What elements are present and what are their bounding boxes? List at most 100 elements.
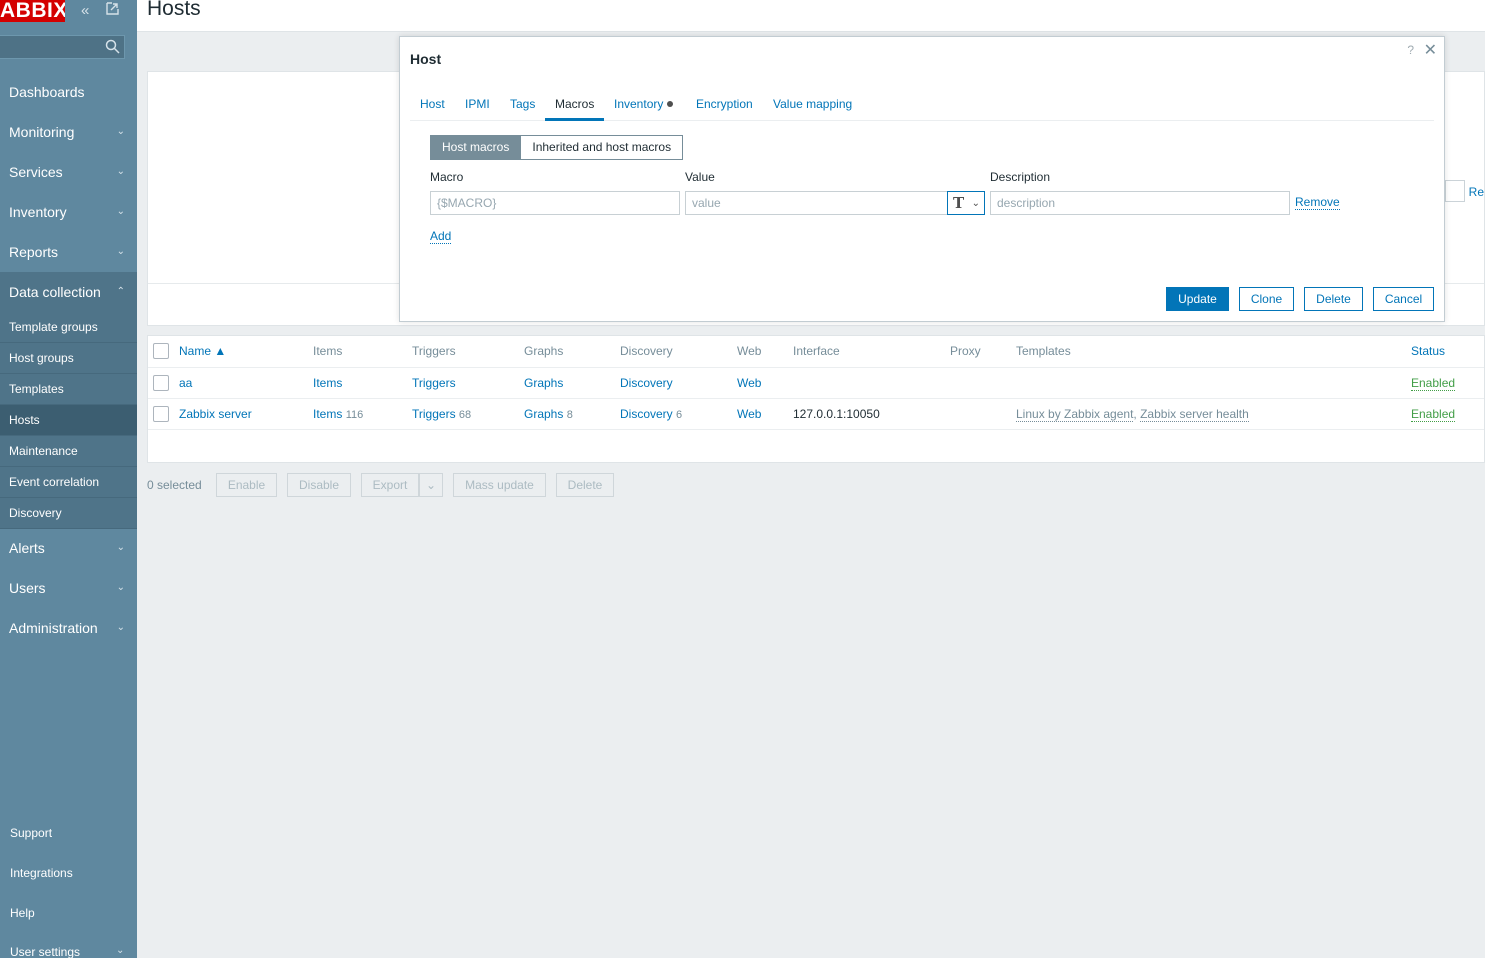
mass-update-button[interactable]: Mass update bbox=[453, 473, 546, 497]
disable-button[interactable]: Disable bbox=[287, 473, 351, 497]
menu-inventory[interactable]: Inventory ⌄ bbox=[0, 192, 137, 232]
hosts-table: Name ▲ Items Triggers Graphs Discovery W… bbox=[147, 335, 1485, 463]
host-name-link[interactable]: aa bbox=[179, 376, 192, 390]
status-toggle[interactable]: Enabled bbox=[1411, 407, 1456, 422]
tab-ipmi[interactable]: IPMI bbox=[465, 97, 490, 121]
submenu-maintenance[interactable]: Maintenance bbox=[0, 436, 137, 467]
inherited-macros-toggle[interactable]: Inherited and host macros bbox=[521, 135, 684, 160]
menu-users[interactable]: Users ⌄ bbox=[0, 568, 137, 608]
select-all-checkbox[interactable] bbox=[153, 343, 169, 359]
menu-label: Alerts bbox=[9, 540, 45, 556]
value-column-label: Value bbox=[685, 170, 715, 184]
web-link[interactable]: Web bbox=[737, 407, 761, 421]
template-link[interactable]: Linux by Zabbix agent bbox=[1016, 407, 1134, 422]
remove-macro-link[interactable]: Remove bbox=[1295, 195, 1340, 210]
collapse-sidebar-icon[interactable]: « bbox=[81, 2, 89, 19]
menu-user-settings[interactable]: User settings ⌄ bbox=[10, 945, 124, 958]
discovery-link[interactable]: Discovery bbox=[620, 376, 673, 390]
export-button[interactable]: Export bbox=[361, 473, 419, 497]
tab-value-mapping[interactable]: Value mapping bbox=[773, 97, 852, 121]
chevron-down-icon: ⌄ bbox=[116, 246, 125, 257]
tab-host[interactable]: Host bbox=[420, 97, 445, 121]
items-link[interactable]: Items bbox=[313, 376, 342, 390]
triggers-cell: Triggers 68 bbox=[412, 407, 471, 421]
items-cell: Items 116 bbox=[313, 407, 363, 421]
value-input[interactable]: value bbox=[685, 191, 948, 215]
templates-cell: Linux by Zabbix agent, Zabbix server hea… bbox=[1016, 407, 1249, 422]
menu-alerts[interactable]: Alerts ⌄ bbox=[0, 528, 137, 568]
macro-input[interactable]: {$MACRO} bbox=[430, 191, 680, 215]
help-icon[interactable]: ? bbox=[1407, 43, 1414, 57]
zabbix-logo[interactable]: ABBIX bbox=[0, 0, 65, 22]
menu-monitoring[interactable]: Monitoring ⌄ bbox=[0, 112, 137, 152]
kiosk-mode-icon[interactable] bbox=[106, 2, 119, 19]
chevron-down-icon: ⌄ bbox=[116, 542, 125, 553]
menu-label: Reports bbox=[9, 244, 59, 260]
delete-host-button[interactable]: Delete bbox=[1304, 287, 1363, 311]
menu-data-collection[interactable]: Data collection ⌃ bbox=[0, 272, 137, 312]
menu-label: Users bbox=[9, 580, 46, 596]
column-header-interface: Interface bbox=[793, 344, 840, 358]
chevron-down-icon: ⌄ bbox=[116, 126, 125, 137]
text-type-icon: T bbox=[953, 194, 965, 212]
submenu-event-correlation[interactable]: Event correlation bbox=[0, 467, 137, 498]
graphs-link[interactable]: Graphs bbox=[524, 376, 563, 390]
filter-reset-link[interactable]: Re bbox=[1469, 185, 1484, 199]
chevron-down-icon: ⌄ bbox=[116, 206, 125, 217]
macro-column-label: Macro bbox=[430, 170, 464, 184]
menu-support[interactable]: Support bbox=[10, 826, 52, 840]
row-checkbox[interactable] bbox=[153, 375, 169, 391]
triggers-link[interactable]: Triggers bbox=[412, 376, 456, 390]
description-input[interactable]: description bbox=[990, 191, 1290, 215]
menu-dashboards[interactable]: Dashboards bbox=[0, 72, 137, 112]
web-link[interactable]: Web bbox=[737, 376, 761, 390]
cancel-button[interactable]: Cancel bbox=[1373, 287, 1434, 311]
close-icon[interactable]: ✕ bbox=[1424, 40, 1437, 60]
triggers-count: 68 bbox=[458, 409, 472, 421]
tab-inventory[interactable]: Inventory bbox=[614, 97, 674, 121]
tab-macros[interactable]: Macros bbox=[545, 97, 605, 121]
menu-services[interactable]: Services ⌄ bbox=[0, 152, 137, 192]
menu-help[interactable]: Help bbox=[10, 906, 35, 920]
value-type-dropdown[interactable]: T ⌄ bbox=[947, 191, 985, 215]
submenu-template-groups[interactable]: Template groups bbox=[0, 312, 137, 343]
submenu-hosts[interactable]: Hosts bbox=[0, 405, 137, 436]
submenu-discovery[interactable]: Discovery bbox=[0, 498, 137, 529]
add-macro-link[interactable]: Add bbox=[430, 229, 452, 244]
menu-administration[interactable]: Administration ⌄ bbox=[0, 608, 137, 648]
delete-button[interactable]: Delete bbox=[556, 473, 614, 497]
row-checkbox[interactable] bbox=[153, 406, 169, 422]
submenu-templates[interactable]: Templates bbox=[0, 374, 137, 405]
export-dropdown-button[interactable]: ⌄ bbox=[419, 473, 443, 497]
submenu-host-groups[interactable]: Host groups bbox=[0, 343, 137, 374]
tab-tags[interactable]: Tags bbox=[510, 97, 535, 121]
enable-button[interactable]: Enable bbox=[216, 473, 277, 497]
host-name-link[interactable]: Zabbix server bbox=[179, 407, 252, 421]
filter-input[interactable] bbox=[1445, 180, 1465, 202]
tab-encryption[interactable]: Encryption bbox=[696, 97, 753, 121]
sidebar-search-input[interactable] bbox=[0, 35, 125, 59]
column-header-name[interactable]: Name ▲ bbox=[179, 344, 226, 358]
status-toggle[interactable]: Enabled bbox=[1411, 376, 1456, 391]
menu-integrations[interactable]: Integrations bbox=[10, 866, 73, 880]
graphs-link[interactable]: Graphs bbox=[524, 407, 563, 421]
items-count: 116 bbox=[345, 409, 364, 421]
menu-label: Dashboards bbox=[9, 84, 85, 100]
row-divider bbox=[148, 367, 1484, 368]
discovery-count: 6 bbox=[676, 409, 683, 421]
menu-label: User settings bbox=[10, 945, 81, 958]
host-macros-toggle[interactable]: Host macros bbox=[430, 135, 522, 160]
column-header-proxy: Proxy bbox=[950, 344, 981, 358]
update-button[interactable]: Update bbox=[1166, 287, 1229, 311]
template-link[interactable]: Zabbix server health bbox=[1140, 407, 1249, 422]
macros-view-toggle: Host macros Inherited and host macros bbox=[430, 135, 684, 160]
search-icon[interactable] bbox=[105, 39, 120, 54]
discovery-link[interactable]: Discovery bbox=[620, 407, 673, 421]
column-header-discovery: Discovery bbox=[620, 344, 673, 358]
column-header-status[interactable]: Status bbox=[1411, 344, 1445, 358]
row-divider bbox=[148, 429, 1484, 430]
items-link[interactable]: Items bbox=[313, 407, 342, 421]
menu-reports[interactable]: Reports ⌄ bbox=[0, 232, 137, 272]
triggers-link[interactable]: Triggers bbox=[412, 407, 456, 421]
clone-button[interactable]: Clone bbox=[1239, 287, 1294, 311]
